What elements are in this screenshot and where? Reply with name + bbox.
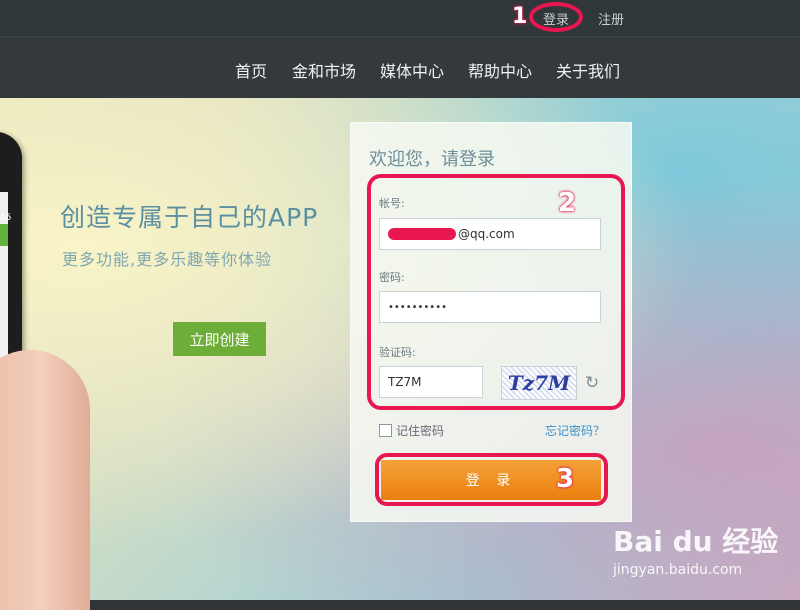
nav-item-about[interactable]: 关于我们 <box>556 58 620 82</box>
nav-item-home[interactable]: 首页 <box>235 58 267 82</box>
nav-item-help[interactable]: 帮助中心 <box>468 58 532 82</box>
nav-item-media[interactable]: 媒体中心 <box>380 58 444 82</box>
phone-green-bar <box>0 224 8 246</box>
remember-password-checkbox[interactable]: 记住密码 <box>379 422 444 439</box>
annotation-number-3: 3 <box>556 464 575 494</box>
hero-title: 创造专属于自己的APP <box>60 203 319 232</box>
watermark-url: jingyan.baidu.com <box>613 562 743 578</box>
annotation-box-fields <box>367 174 625 410</box>
checkbox-icon[interactable] <box>379 424 392 437</box>
login-panel: 欢迎您，请登录 帐号: @qq.com 密码: •••••••••• 验证码: … <box>350 122 632 522</box>
top-bar: 登录 注册 <box>0 0 800 36</box>
login-panel-title: 欢迎您，请登录 <box>369 149 495 170</box>
hero-subtitle: 更多功能,更多乐趣等你体验 <box>62 250 273 269</box>
annotation-ring-login <box>529 2 583 32</box>
create-app-button[interactable]: 立即创建 <box>173 322 266 356</box>
watermark-main: Bai du 经验 <box>613 525 779 558</box>
annotation-number-2: 2 <box>558 188 577 218</box>
forgot-password-link[interactable]: 忘记密码？ <box>545 422 605 439</box>
hand-image <box>0 350 90 610</box>
annotation-number-1: 1 <box>512 4 528 29</box>
remember-password-label: 记住密码 <box>396 424 445 438</box>
top-register-link[interactable]: 注册 <box>598 9 624 28</box>
baidu-watermark: Bai du 经验 jingyan.baidu.com <box>613 520 778 578</box>
main-nav: 首页 金和市场 媒体中心 帮助中心 关于我们 <box>0 36 800 99</box>
phone-time: 45 <box>0 213 12 223</box>
nav-item-market[interactable]: 金和市场 <box>292 58 356 82</box>
